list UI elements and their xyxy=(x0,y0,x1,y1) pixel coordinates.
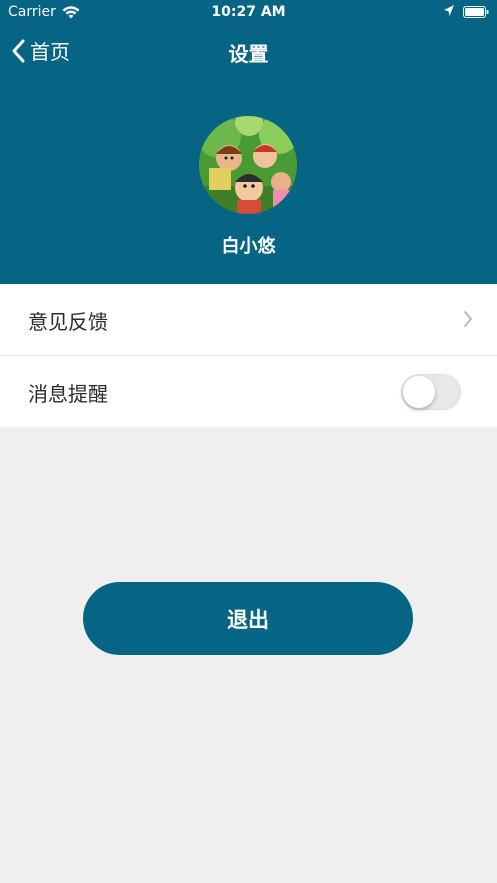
notification-toggle[interactable] xyxy=(401,374,461,410)
settings-list: 意见反馈 消息提醒 xyxy=(0,284,497,427)
username: 白小悠 xyxy=(221,236,276,257)
status-time: 10:27 AM xyxy=(211,4,286,20)
status-bar: Carrier 10:27 AM xyxy=(0,0,497,24)
avatar[interactable] xyxy=(199,116,297,214)
nav-bar: 首页 设置 xyxy=(0,28,497,72)
feedback-label: 意见反馈 xyxy=(28,310,108,334)
toggle-knob xyxy=(403,376,435,408)
chevron-right-icon xyxy=(464,311,472,327)
notification-row: 消息提醒 xyxy=(0,355,497,427)
header: Carrier 10:27 AM 首页 设置 白小悠 xyxy=(0,0,497,284)
logout-button[interactable]: 退出 xyxy=(83,582,413,655)
location-arrow-icon xyxy=(444,5,454,16)
page-title: 设置 xyxy=(228,42,269,66)
logout-label: 退出 xyxy=(227,607,269,632)
battery-icon xyxy=(463,6,489,18)
notification-label: 消息提醒 xyxy=(28,382,108,406)
avatar-illustration xyxy=(199,116,297,214)
feedback-row[interactable]: 意见反馈 xyxy=(0,284,497,355)
